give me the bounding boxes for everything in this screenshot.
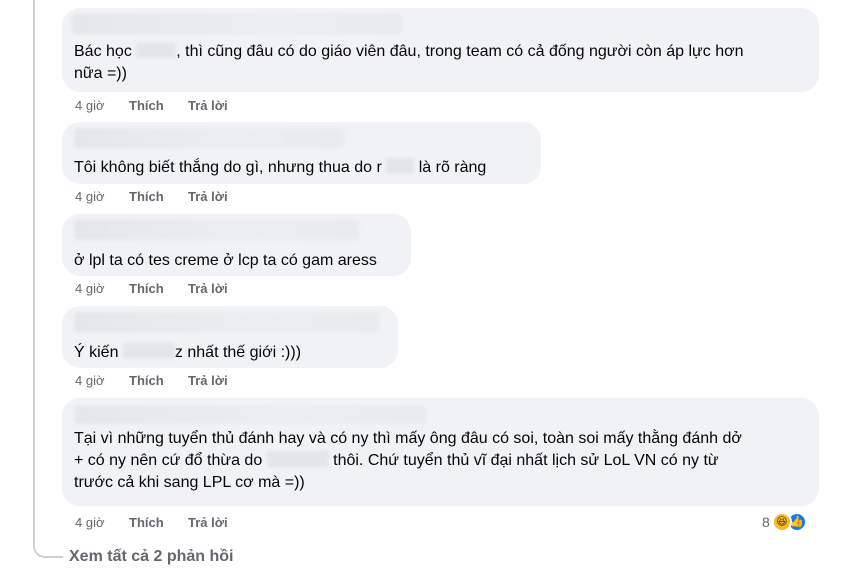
comment-actions-2: 4 giờ Thích Trả lời	[75, 189, 228, 205]
thread-connector	[33, 540, 63, 558]
like-button[interactable]: Thích	[129, 98, 188, 114]
redacted-text	[122, 343, 175, 359]
reply-button[interactable]: Trả lời	[188, 373, 228, 389]
haha-reaction-icon: 😆	[771, 512, 792, 532]
like-button[interactable]: Thích	[129, 189, 188, 205]
comment-text: Tôi không biết thắng do gì, nhưng thua d…	[74, 158, 487, 176]
comment-5: Tại vì những tuyển thủ đánh hay và có ny…	[62, 398, 819, 506]
comment-bubble: Ý kiến z nhất thế giới :)))	[62, 306, 398, 368]
comment-bubble: Bác học , thì cũng đâu có do giáo viên đ…	[62, 8, 819, 92]
comment-text: ở lpl ta có tes creme ở lcp ta có gam ar…	[74, 252, 377, 269]
comment-actions-5: 4 giờ Thích Trả lời	[75, 515, 228, 531]
redacted-text	[386, 158, 415, 174]
comment-actions-3: 4 giờ Thích Trả lời	[75, 281, 228, 297]
reaction-count: 8	[762, 514, 770, 530]
timestamp: 4 giờ	[75, 189, 105, 204]
comment-actions-1: 4 giờ Thích Trả lời	[75, 98, 228, 114]
comment-bubble: ở lpl ta có tes creme ở lcp ta có gam ar…	[62, 214, 411, 276]
reaction-summary[interactable]: 8 😆 👍	[762, 512, 807, 532]
like-button[interactable]: Thích	[129, 281, 188, 297]
timestamp: 4 giờ	[75, 98, 105, 113]
reply-button[interactable]: Trả lời	[188, 189, 228, 205]
redacted-text	[266, 451, 329, 467]
comment-4: Ý kiến z nhất thế giới :)))	[62, 306, 398, 368]
reply-button[interactable]: Trả lời	[188, 281, 228, 297]
like-button[interactable]: Thích	[129, 515, 188, 531]
redacted-author-name	[74, 312, 379, 332]
comment-3: ở lpl ta có tes creme ở lcp ta có gam ar…	[62, 214, 411, 276]
thread-line	[33, 0, 35, 548]
comment-2: Tôi không biết thắng do gì, nhưng thua d…	[62, 122, 541, 184]
redacted-author-name	[74, 406, 426, 424]
reply-button[interactable]: Trả lời	[188, 98, 228, 114]
redacted-author-name	[74, 128, 344, 148]
comment-text: Ý kiến z nhất thế giới :)))	[74, 343, 302, 361]
timestamp: 4 giờ	[75, 373, 105, 388]
comment-text: Bác học , thì cũng đâu có do giáo viên đ…	[74, 42, 744, 82]
comment-text: Tại vì những tuyển thủ đánh hay và có ny…	[74, 430, 742, 491]
comment-bubble: Tôi không biết thắng do gì, nhưng thua d…	[62, 122, 541, 184]
see-all-replies-link[interactable]: Xem tất cả 2 phản hồi	[69, 548, 233, 566]
comment-bubble: Tại vì những tuyển thủ đánh hay và có ny…	[62, 398, 819, 506]
comment-actions-4: 4 giờ Thích Trả lời	[75, 373, 228, 389]
reply-button[interactable]: Trả lời	[188, 515, 228, 531]
like-button[interactable]: Thích	[129, 373, 188, 389]
redacted-author-name	[72, 14, 402, 34]
redacted-text	[136, 42, 177, 58]
comment-1: Bác học , thì cũng đâu có do giáo viên đ…	[62, 8, 819, 92]
redacted-author-name	[74, 220, 359, 240]
timestamp: 4 giờ	[75, 281, 105, 296]
timestamp: 4 giờ	[75, 515, 105, 530]
